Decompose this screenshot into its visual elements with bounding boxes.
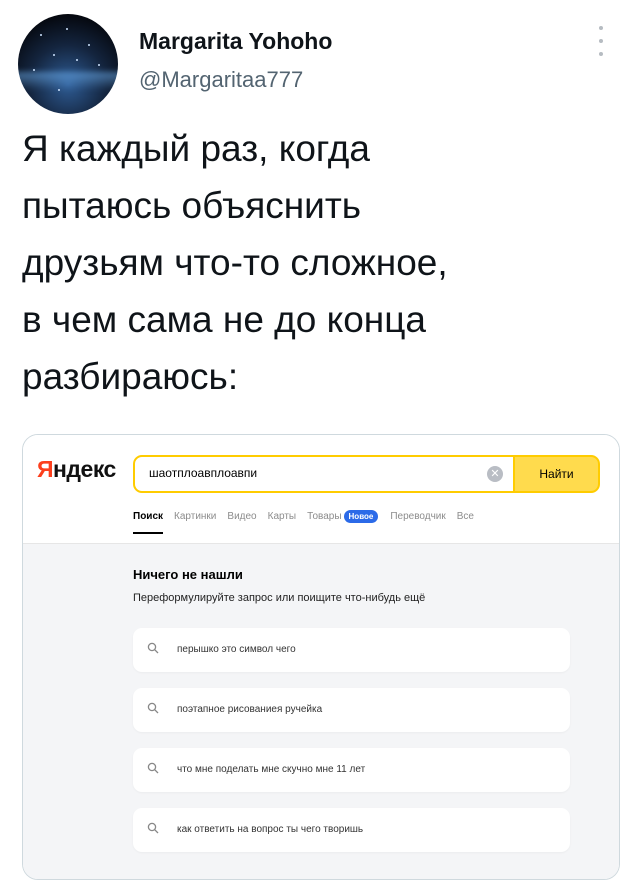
tab-search[interactable]: Поиск — [133, 511, 164, 534]
tab-products[interactable]: Товары — [307, 511, 341, 522]
search-icon — [147, 762, 159, 774]
tweet-text-line: в чем сама не до конца — [22, 299, 427, 340]
logo-first-letter: Я — [37, 456, 54, 482]
avatar-star — [66, 28, 68, 30]
search-icon — [147, 642, 159, 654]
author-name[interactable]: Margarita Yohoho — [139, 28, 332, 55]
tab-all[interactable]: Все — [457, 511, 474, 522]
avatar[interactable] — [18, 14, 118, 114]
tweet-text-line: Я каждый раз, когда — [22, 128, 370, 169]
tweet-text-line: друзьям что-то сложное, — [22, 242, 448, 283]
tab-translator[interactable]: Переводчик — [390, 511, 445, 522]
suggestion-item[interactable]: как ответить на вопрос ты чего творишь — [133, 808, 570, 852]
search-icon — [147, 702, 159, 714]
suggestion-text: что мне поделать мне скучно мне 11 лет — [177, 764, 366, 775]
suggestion-item[interactable]: перышко это символ чего — [133, 628, 570, 672]
logo-rest: ндекс — [53, 456, 116, 482]
suggestion-item[interactable]: поэтапное рисованиея ручейка — [133, 688, 570, 732]
avatar-star — [40, 34, 42, 36]
tab-images[interactable]: Картинки — [174, 511, 216, 522]
tweet-text-line: пытаюсь объяснить — [22, 185, 362, 226]
tweet-text-line: разбираюсь: — [22, 356, 239, 397]
avatar-star — [76, 59, 78, 61]
search-input[interactable] — [149, 466, 479, 480]
more-dot — [599, 26, 603, 30]
more-dot — [599, 52, 603, 56]
avatar-star — [53, 54, 55, 56]
tab-maps[interactable]: Карты — [268, 511, 297, 522]
attached-screenshot[interactable]: Яндекс ✕ Найти Поиск Картинки Видео Карт… — [22, 434, 620, 880]
clear-icon[interactable]: ✕ — [487, 466, 503, 482]
yandex-logo[interactable]: Яндекс — [37, 456, 116, 483]
avatar-star — [98, 64, 100, 66]
author-handle[interactable]: @Margaritaa777 — [139, 67, 303, 93]
empty-results-subtitle: Переформулируйте запрос или поищите что-… — [133, 592, 426, 604]
new-badge: Новое — [343, 509, 379, 523]
avatar-star — [58, 89, 60, 91]
suggestion-text: поэтапное рисованиея ручейка — [177, 704, 323, 715]
avatar-star — [33, 69, 35, 71]
search-icon — [147, 822, 159, 834]
tab-video[interactable]: Видео — [227, 511, 256, 522]
suggestion-item[interactable]: что мне поделать мне скучно мне 11 лет — [133, 748, 570, 792]
tweet-text: Я каждый раз, когда пытаюсь объяснить др… — [22, 120, 622, 405]
empty-results-title: Ничего не нашли — [133, 567, 243, 582]
avatar-glow — [18, 72, 118, 90]
search-tabs: Поиск Картинки Видео Карты Товары Новое … — [133, 508, 485, 534]
avatar-star — [88, 44, 90, 46]
more-dot — [599, 39, 603, 43]
suggestion-text: перышко это символ чего — [177, 644, 296, 655]
search-box: ✕ Найти — [133, 455, 600, 493]
search-header: Яндекс ✕ Найти Поиск Картинки Видео Карт… — [23, 435, 619, 543]
suggestion-text: как ответить на вопрос ты чего творишь — [177, 824, 364, 835]
search-button[interactable]: Найти — [513, 455, 600, 493]
more-vertical-icon[interactable] — [596, 26, 606, 56]
